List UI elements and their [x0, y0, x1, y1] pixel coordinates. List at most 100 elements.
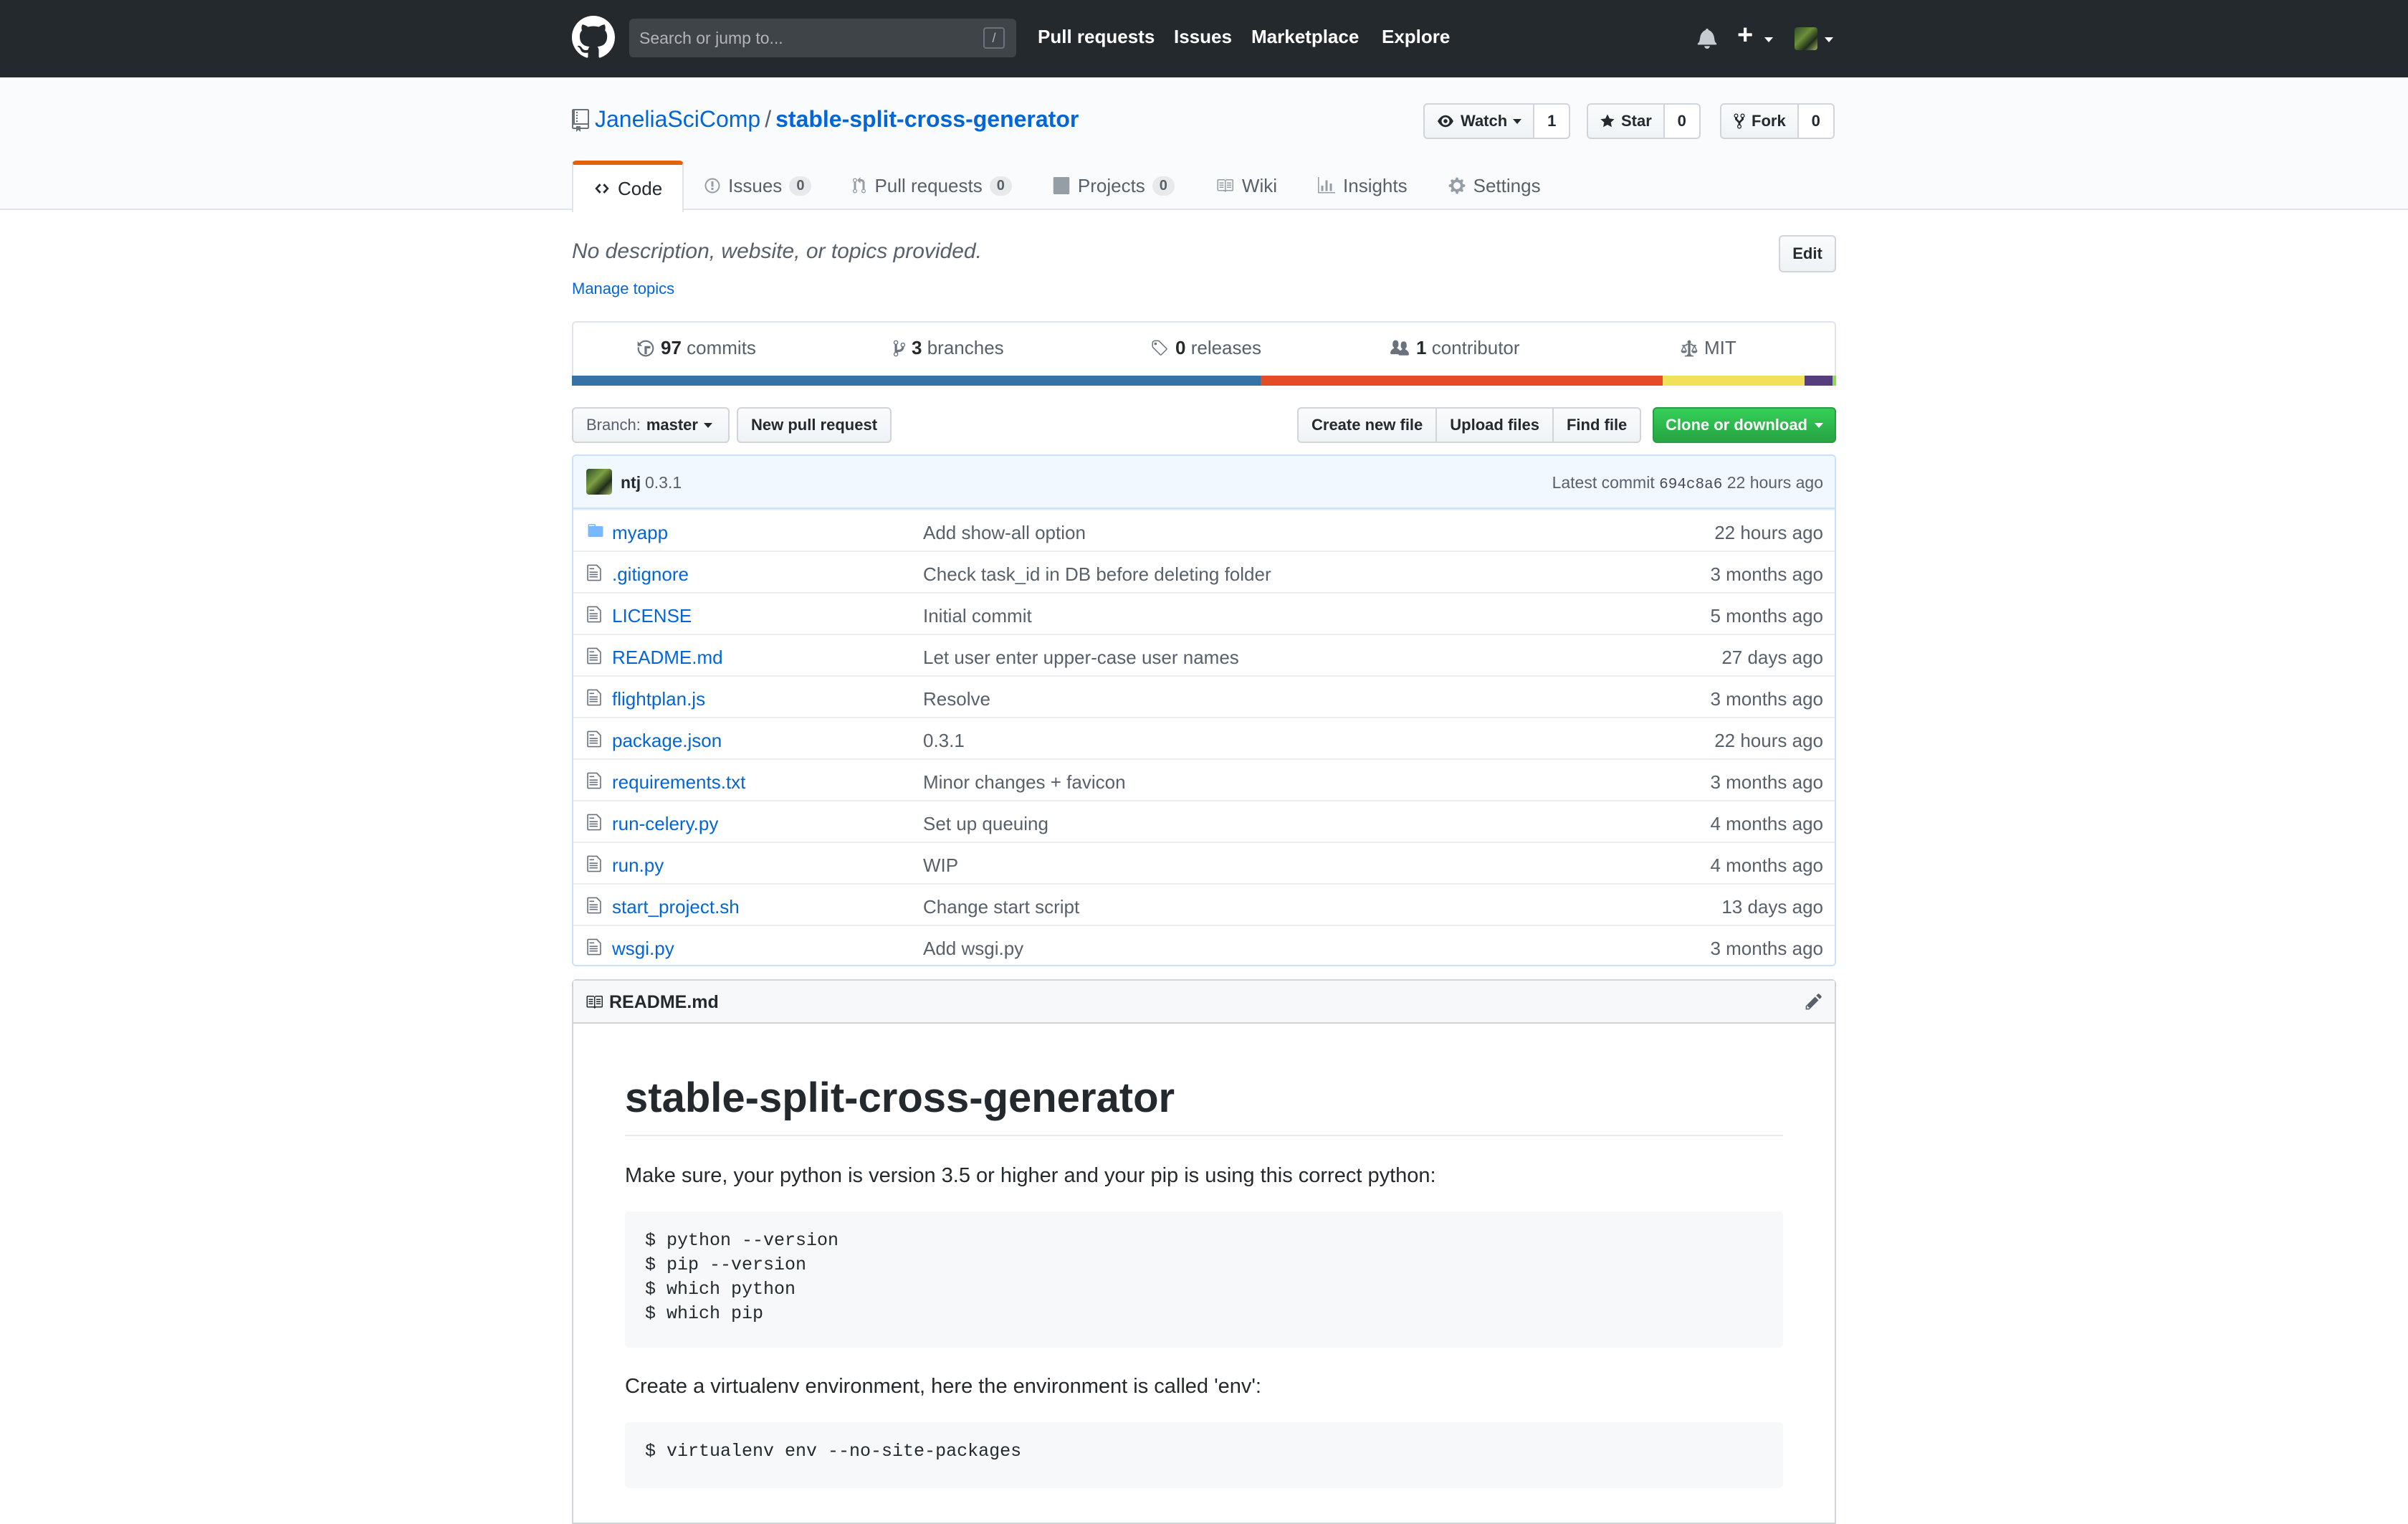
avatar[interactable] [1795, 27, 1817, 50]
tab-projects-label: Projects [1077, 174, 1145, 196]
search-input[interactable] [629, 19, 973, 57]
file-name-link[interactable]: .gitignore [612, 563, 689, 586]
file-icon [586, 730, 602, 752]
clone-or-download-button[interactable]: Clone or download [1653, 407, 1836, 443]
tab-pull-requests[interactable]: Pull requests 0 [831, 161, 1031, 211]
gear-icon [1448, 177, 1465, 194]
fork-icon [1734, 113, 1745, 129]
upload-files-button[interactable]: Upload files [1435, 407, 1554, 443]
search-box[interactable]: / [629, 19, 1016, 57]
book-icon [1217, 179, 1233, 192]
file-name-link[interactable]: wsgi.py [612, 938, 674, 960]
tab-wiki[interactable]: Wiki [1195, 161, 1297, 211]
file-commit-message-link[interactable]: Initial commit [923, 605, 1032, 627]
file-commit-age: 4 months ago [1710, 813, 1823, 834]
chevron-down-icon[interactable] [1825, 37, 1833, 42]
people-icon [1390, 340, 1409, 356]
bell-icon[interactable] [1697, 27, 1717, 49]
file-name-link[interactable]: start_project.sh [612, 896, 740, 918]
nav-marketplace[interactable]: Marketplace [1251, 26, 1359, 48]
commits-link[interactable]: 97 commits [636, 337, 756, 359]
file-name-link[interactable]: flightplan.js [612, 688, 705, 710]
edit-description-button[interactable]: Edit [1779, 235, 1836, 272]
table-row: requirements.txt Minor changes + favicon 3… [573, 758, 1835, 800]
contributors-link[interactable]: 1 contributor [1389, 337, 1520, 359]
branches-link[interactable]: 3 branches [893, 337, 1004, 359]
file-commit-message-link[interactable]: WIP [923, 854, 958, 877]
readme-paragraph: Make sure, your python is version 3.5 or… [625, 1164, 1436, 1187]
language-bar-segment[interactable] [572, 376, 1261, 386]
new-pull-request-button[interactable]: New pull request [737, 407, 892, 443]
create-new-file-button[interactable]: Create new file [1297, 407, 1438, 443]
avatar[interactable] [586, 469, 612, 495]
star-count[interactable]: 0 [1664, 103, 1701, 139]
file-commit-message-link[interactable]: Set up queuing [923, 813, 1048, 835]
tab-settings[interactable]: Settings [1428, 161, 1561, 211]
fork-group: Fork 0 [1720, 103, 1835, 139]
plus-icon[interactable]: + [1737, 22, 1753, 49]
file-name-link[interactable]: README.md [612, 647, 723, 669]
file-commit-message-link[interactable]: 0.3.1 [923, 730, 965, 752]
file-name-link[interactable]: package.json [612, 730, 722, 752]
fork-count[interactable]: 0 [1798, 103, 1835, 139]
language-bar-segment[interactable] [1804, 376, 1833, 386]
repo-owner-link[interactable]: JaneliaSciComp [595, 106, 760, 132]
commit-author[interactable]: ntj [621, 473, 641, 492]
language-bar-segment[interactable] [1832, 376, 1836, 386]
readme: README.md stable-split-cross-generator M… [572, 979, 1836, 1524]
table-row: start_project.sh Change start script 13 da… [573, 883, 1835, 925]
releases-link[interactable]: 0 releases [1150, 337, 1261, 359]
eye-icon [1438, 115, 1453, 128]
file-commit-message-link[interactable]: Check task_id in DB before deleting fold… [923, 563, 1271, 586]
tab-insights[interactable]: Insights [1297, 161, 1428, 211]
law-icon [1681, 340, 1698, 356]
file-name-link[interactable]: run.py [612, 854, 664, 877]
file-commit-message-link[interactable]: Change start script [923, 896, 1079, 918]
file-commit-age: 22 hours ago [1714, 522, 1823, 543]
repo-name-link[interactable]: stable-split-cross-generator [775, 106, 1079, 132]
file-commit-message-link[interactable]: Resolve [923, 688, 990, 710]
commit-sha-link[interactable]: 694c8a6 [1659, 477, 1722, 493]
tab-pull-requests-label: Pull requests [874, 174, 983, 196]
star-icon [1600, 114, 1615, 128]
language-bar-segment[interactable] [1261, 376, 1663, 386]
file-commit-message-link[interactable]: Minor changes + favicon [923, 771, 1126, 794]
github-logo-icon[interactable] [572, 16, 615, 59]
watch-button[interactable]: Watch [1423, 103, 1535, 139]
nav-explore[interactable]: Explore [1382, 26, 1450, 48]
tab-projects[interactable]: Projects 0 [1032, 161, 1195, 211]
file-commit-age: 3 months ago [1710, 688, 1823, 710]
manage-topics-link[interactable]: Manage topics [572, 280, 674, 298]
nav-pull-requests[interactable]: Pull requests [1038, 26, 1155, 48]
star-button[interactable]: Star [1587, 103, 1665, 139]
pencil-icon[interactable] [1805, 992, 1823, 1011]
language-bar[interactable] [572, 376, 1836, 386]
file-name-link[interactable]: myapp [612, 522, 668, 544]
language-bar-segment[interactable] [1663, 376, 1805, 386]
file-icon [586, 771, 602, 794]
license-link[interactable]: MIT [1680, 337, 1736, 359]
file-name-link[interactable]: requirements.txt [612, 771, 745, 794]
file-commit-message-link[interactable]: Add show-all option [923, 522, 1086, 544]
nav-issues[interactable]: Issues [1174, 26, 1232, 48]
code-block: $ virtualenv env --no-site-packages [625, 1422, 1783, 1488]
tab-issues[interactable]: Issues 0 [684, 161, 831, 211]
repo-icon [572, 109, 589, 132]
repo-title: JaneliaSciComp / stable-split-cross-genera… [595, 106, 1079, 133]
branch-select-button[interactable]: Branch: master [572, 407, 730, 443]
tab-issues-label: Issues [728, 174, 783, 196]
code-icon [595, 184, 609, 194]
file-name-link[interactable]: run-celery.py [612, 813, 718, 835]
file-commit-message-link[interactable]: Add wsgi.py [923, 938, 1023, 960]
file-name-link[interactable]: LICENSE [612, 605, 692, 627]
tag-icon [1152, 340, 1167, 356]
releases-label: releases [1190, 337, 1261, 358]
fork-button[interactable]: Fork [1720, 103, 1799, 139]
commit-message[interactable]: 0.3.1 [645, 473, 682, 492]
watch-count[interactable]: 1 [1534, 103, 1571, 139]
tab-code[interactable]: Code [572, 161, 684, 212]
find-file-button[interactable]: Find file [1552, 407, 1642, 443]
chevron-down-icon[interactable] [1764, 37, 1773, 42]
file-commit-message-link[interactable]: Let user enter upper-case user names [923, 647, 1239, 669]
tab-issues-count: 0 [789, 176, 812, 196]
